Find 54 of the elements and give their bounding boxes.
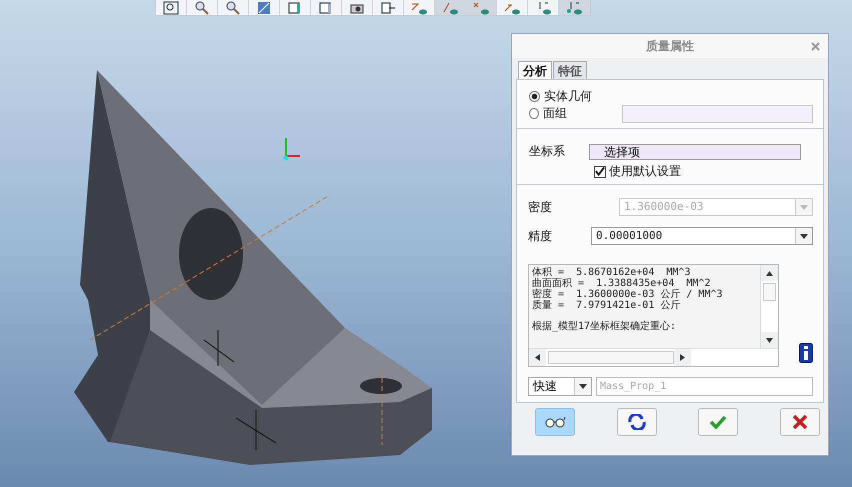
csys-selection-field[interactable]: 选择项 <box>589 144 801 160</box>
scroll-right-arrow-icon <box>680 354 685 361</box>
scroll-thumb[interactable] <box>763 283 776 301</box>
repeat-button[interactable] <box>616 408 657 436</box>
toolbar-icon <box>162 0 180 14</box>
close-icon <box>792 415 808 429</box>
refresh-icon <box>626 414 647 430</box>
result-line: 质量 = 7.9791421e-01 公斤 <box>532 300 682 311</box>
toolbar-icon <box>441 0 459 14</box>
ok-button[interactable] <box>698 408 738 436</box>
dropdown-arrow-icon <box>800 204 808 210</box>
dialog-title: 质量属性 <box>646 38 694 54</box>
radio-button[interactable] <box>529 91 540 102</box>
dropdown-arrow-icon <box>800 234 808 238</box>
glasses-icon <box>544 416 566 428</box>
name-input-field[interactable]: Mass_Prop_1 <box>596 377 813 396</box>
mode-dropdown[interactable]: 快速 <box>528 377 592 396</box>
close-icon[interactable] <box>811 42 820 51</box>
precision-label: 精度 <box>528 228 553 244</box>
toolbar-icon <box>224 0 242 14</box>
toolbar-icon <box>255 0 273 14</box>
checkbox-label: 使用默认设置 <box>609 163 681 180</box>
radio-label: 面组 <box>543 105 568 122</box>
scroll-left-arrow-icon <box>535 354 540 361</box>
preview-button[interactable] <box>535 408 575 436</box>
scroll-up-arrow-icon <box>766 270 774 276</box>
scroll-thumb[interactable] <box>548 351 674 364</box>
coordinate-axes-icon <box>282 136 302 162</box>
scroll-down-arrow-icon <box>766 338 774 342</box>
result-line: 体积 = 5.8670162e+04 MM^3 <box>532 267 692 278</box>
cancel-button[interactable] <box>780 408 820 436</box>
tab[interactable]: 特征 <box>553 61 587 79</box>
result-line: 曲面面积 = 1.3388435e+04 MM^2 <box>532 278 712 289</box>
horizontal-scrollbar[interactable] <box>529 348 778 366</box>
toolbar-icon <box>193 0 211 14</box>
precision-dropdown[interactable]: 0.00001000 <box>591 227 813 245</box>
toolbar-icon <box>410 0 428 14</box>
quilt-selection-field[interactable] <box>622 104 813 122</box>
toolbar-icon <box>379 0 397 14</box>
vertical-scrollbar[interactable] <box>760 265 778 348</box>
radio-button[interactable] <box>529 108 540 119</box>
checkbox[interactable] <box>594 166 606 178</box>
result-line: 密度 = 1.3600000e-03 公斤 / MM^3 <box>532 289 724 300</box>
tab[interactable]: 分析 <box>518 61 552 79</box>
csys-label: 坐标系 <box>529 143 566 160</box>
result-note: 根据_模型17坐标框架确定重心: <box>532 321 678 333</box>
density-label: 密度 <box>528 198 553 216</box>
radio-label: 实体几何 <box>544 88 592 105</box>
toolbar-icon <box>565 0 583 14</box>
info-icon[interactable] <box>799 343 813 363</box>
toolbar-button[interactable] <box>559 0 590 15</box>
toolbar-icon <box>472 0 490 14</box>
dropdown-arrow-icon <box>579 384 587 389</box>
checkmark-icon <box>709 415 728 429</box>
